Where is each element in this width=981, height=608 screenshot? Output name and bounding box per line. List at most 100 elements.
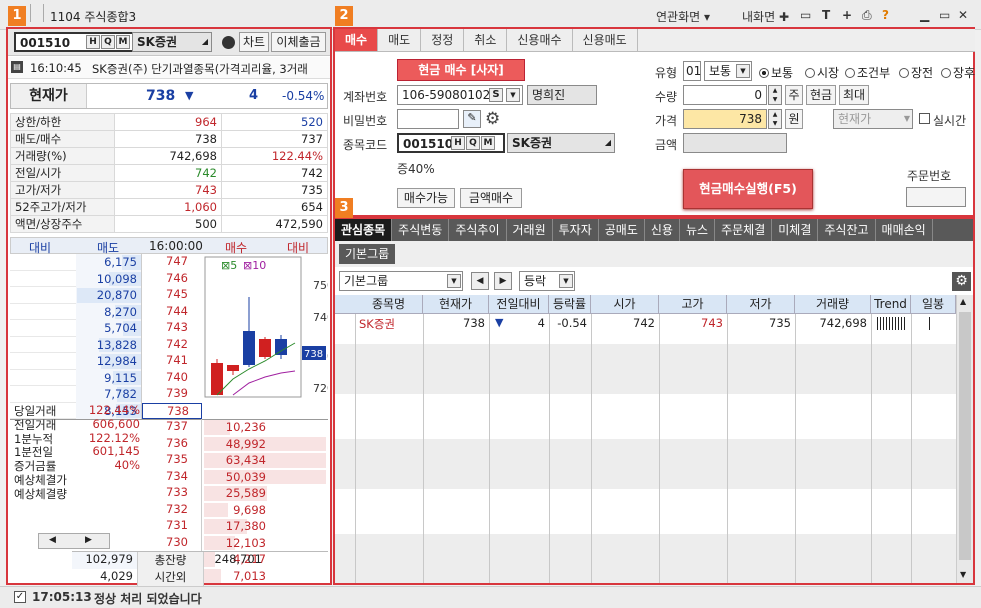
status-check-icon[interactable]: ✓ — [14, 591, 26, 603]
group-tab[interactable]: 기본그룹 — [339, 244, 396, 264]
radio-circle[interactable] — [899, 68, 909, 78]
sort-select[interactable]: 등락 ▼ — [519, 271, 575, 291]
watch-scrollbar[interactable]: ▲ ▼ — [956, 295, 973, 583]
ask-price[interactable]: 740 — [142, 370, 202, 387]
watch-tab[interactable]: 뉴스 — [679, 219, 716, 241]
search-icon[interactable]: Q — [101, 35, 115, 49]
watch-col-header[interactable]: 전일대비 — [489, 295, 549, 314]
ask-price[interactable]: 739 — [142, 386, 202, 403]
scroll-thumb[interactable] — [959, 312, 971, 560]
my-screen-menu[interactable]: 내화면 ✚ — [742, 8, 789, 25]
watch-tab[interactable]: 미체결 — [772, 219, 819, 241]
watch-tab[interactable]: 관심종목 — [335, 219, 393, 241]
account-select[interactable]: 106-59080102 — [397, 85, 523, 105]
buy-possible-button[interactable]: 매수가능 — [397, 188, 455, 208]
amount-buy-button[interactable]: 금액매수 — [460, 188, 522, 208]
order-tab[interactable]: 매수 — [335, 29, 379, 51]
watch-tab[interactable]: 주식변동 — [392, 219, 450, 241]
plus-icon[interactable]: + — [842, 8, 852, 22]
watch-col-header[interactable]: 일봉 — [911, 295, 956, 314]
close-icon[interactable]: ✕ — [958, 8, 968, 22]
qty-cash-button[interactable]: 현금 — [806, 85, 836, 105]
radio-option[interactable]: 조건부 — [845, 64, 890, 81]
ask-price[interactable]: 745 — [142, 287, 202, 304]
price-mode-select[interactable]: 현재가 ▼ — [833, 109, 913, 129]
ask-price[interactable]: 747 — [142, 254, 202, 271]
qty-shares-button[interactable]: 주 — [785, 85, 803, 105]
cash-buy-title[interactable]: 현금 매수 [사자] — [397, 59, 525, 81]
price-spinner[interactable]: ▲ ▼ — [768, 109, 782, 129]
settings-gear-icon[interactable]: ⚙ — [485, 109, 500, 129]
scroll-down-icon[interactable]: ▼ — [960, 570, 966, 579]
radio-option[interactable]: 보통 — [759, 64, 793, 81]
watch-col-header[interactable]: 저가 — [727, 295, 795, 314]
bid-price[interactable]: 736 — [142, 435, 202, 452]
type-select[interactable]: 보통 ▼ — [704, 61, 752, 81]
watch-col-header[interactable]: 종목명 — [355, 295, 423, 314]
order-history-icon[interactable]: H — [451, 136, 465, 150]
transfer-button[interactable]: 이체출금 — [271, 32, 326, 52]
radio-circle[interactable] — [759, 68, 769, 78]
bid-price[interactable]: 735 — [142, 452, 202, 469]
clock-icon[interactable] — [222, 36, 235, 49]
qty-input[interactable]: 0 — [683, 85, 767, 105]
watch-settings-icon[interactable]: ⚙ — [952, 272, 971, 291]
account-dropdown-icon[interactable]: ▼ — [506, 88, 520, 102]
ask-price[interactable]: 746 — [142, 271, 202, 288]
bid-price[interactable]: 734 — [142, 468, 202, 485]
s-icon[interactable]: S — [489, 88, 503, 102]
scroll-up-icon[interactable]: ▲ — [960, 297, 966, 306]
order-menu-icon[interactable]: M — [481, 136, 495, 150]
watch-col-header[interactable]: 고가 — [659, 295, 727, 314]
order-stock-name[interactable]: SK증권 ◢ — [507, 133, 615, 153]
radio-option[interactable]: 시장 — [805, 64, 839, 81]
bid-price[interactable]: 733 — [142, 485, 202, 502]
order-tab[interactable]: 신용매수 — [507, 29, 573, 51]
scroll-control[interactable]: ◀ ▶ — [38, 533, 110, 549]
watch-tab[interactable]: 주문체결 — [715, 219, 773, 241]
bid-price[interactable]: 737 — [142, 419, 202, 436]
watch-tab[interactable]: 투자자 — [552, 219, 599, 241]
password-input[interactable] — [397, 109, 459, 129]
type-code[interactable]: 01 — [683, 61, 701, 81]
execute-buy-button[interactable]: 현금매수실행(F5) — [683, 169, 813, 209]
maximize-icon[interactable]: ▭ — [939, 8, 950, 22]
next-icon[interactable]: ▶ — [494, 272, 512, 290]
text-icon[interactable]: T — [822, 8, 830, 22]
scroll-left-icon[interactable]: ◀ — [49, 535, 56, 545]
tri-icon[interactable] — [30, 4, 44, 22]
ask-price[interactable]: 744 — [142, 304, 202, 321]
bid-price[interactable]: 732 — [142, 501, 202, 518]
minimize-icon[interactable]: ▁ — [920, 8, 929, 22]
radio-circle[interactable] — [941, 68, 951, 78]
help-icon[interactable]: ? — [882, 8, 889, 22]
linked-screen-menu[interactable]: 연관화면 ▾ — [656, 8, 710, 25]
order-search-icon[interactable]: Q — [466, 136, 480, 150]
order-tab[interactable]: 취소 — [464, 29, 508, 51]
ask-price[interactable]: 741 — [142, 353, 202, 370]
qty-max-button[interactable]: 최대 — [839, 85, 869, 105]
watch-col-header[interactable]: 등락률 — [549, 295, 591, 314]
watch-tab[interactable]: 신용 — [644, 219, 680, 241]
qty-spinner[interactable]: ▲ ▼ — [768, 85, 782, 105]
watch-col-header[interactable]: 시가 — [591, 295, 659, 314]
group-select[interactable]: 기본그룹 ▼ — [339, 271, 463, 291]
order-tab[interactable]: 정정 — [421, 29, 465, 51]
chart-button[interactable]: 차트 — [239, 32, 269, 52]
scroll-right-icon[interactable]: ▶ — [85, 535, 92, 545]
order-tab[interactable]: 매도 — [378, 29, 422, 51]
watch-tab[interactable]: 주식추이 — [449, 219, 507, 241]
watch-col-header[interactable]: 거래량 — [795, 295, 871, 314]
monitor-icon[interactable]: ▭ — [800, 8, 811, 22]
ask-price[interactable]: 742 — [142, 337, 202, 354]
prev-icon[interactable]: ◀ — [471, 272, 489, 290]
watch-tab[interactable]: 주식잔고 — [818, 219, 876, 241]
watch-tab[interactable]: 거래원 — [506, 219, 553, 241]
realtime-checkbox[interactable] — [919, 113, 930, 124]
watch-tab[interactable]: 공매도 — [598, 219, 645, 241]
watch-tab[interactable]: 매매손익 — [875, 219, 933, 241]
watch-col-header[interactable]: Trend — [871, 295, 911, 314]
menu-icon[interactable]: M — [116, 35, 130, 49]
stock-name-select[interactable]: SK증권 ◢ — [132, 32, 212, 52]
radio-circle[interactable] — [805, 68, 815, 78]
